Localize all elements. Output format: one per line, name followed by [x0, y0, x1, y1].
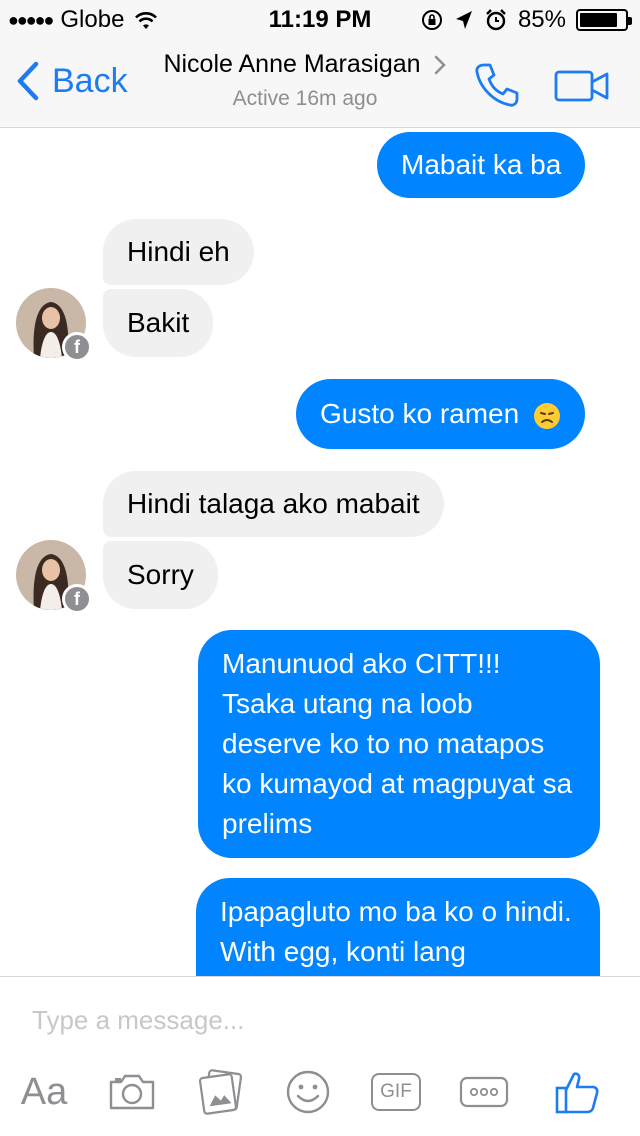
location-arrow-icon [455, 11, 472, 29]
contact-status: Active 16m ago [232, 87, 378, 110]
message-text: Bakit [127, 307, 190, 338]
message-bubble-outgoing[interactable]: Mabait ka ba [377, 132, 586, 198]
rotation-lock-icon [421, 10, 442, 30]
battery-percent: 85% [517, 6, 566, 33]
alarm-icon [486, 9, 506, 31]
message-bubble-incoming[interactable]: Bakit [103, 289, 214, 357]
emoji-button[interactable] [284, 1067, 332, 1117]
message-bubble-outgoing[interactable]: Manunuod ako CITT!!! Tsaka utang na loob… [198, 630, 600, 858]
camera-button[interactable] [106, 1067, 158, 1117]
gif-icon: GIF [371, 1073, 421, 1111]
message-bubble-incoming[interactable]: Sorry [103, 541, 218, 609]
composer-toolbar: Aa GIF [0, 1067, 640, 1127]
message-composer: Aa GIF [0, 976, 640, 1136]
contact-name-row: Nicole Anne Marasigan [163, 50, 446, 79]
gif-label: GIF [380, 1081, 412, 1102]
battery-icon [576, 9, 632, 31]
chevron-left-icon [17, 61, 39, 101]
smiley-icon [286, 1070, 330, 1114]
contact-avatar[interactable]: f [16, 288, 92, 362]
text-format-button[interactable]: Aa [18, 1067, 70, 1117]
photo-gallery-button[interactable] [196, 1067, 246, 1117]
photo-gallery-icon [198, 1069, 243, 1115]
status-right: 85% [420, 6, 632, 34]
video-camera-icon[interactable] [554, 68, 610, 104]
contact-info[interactable]: Nicole Anne Marasigan Active 16m ago [150, 50, 460, 111]
battery-level [580, 13, 618, 27]
message-bubble-incoming[interactable]: Hindi talaga ako mabait [103, 471, 444, 537]
facebook-icon: f [62, 332, 92, 362]
phone-icon[interactable] [472, 60, 522, 110]
message-text: Manunuod ako CITT!!! Tsaka utang na loob… [222, 648, 573, 839]
message-bubble-outgoing[interactable]: Ipapagluto mo ba ko o hindi. With egg, k… [196, 878, 600, 976]
message-text: Ipapagluto mo ba ko o hindi. With egg, k… [220, 896, 572, 967]
message-text: Sorry [127, 559, 194, 590]
message-text: Gusto ko ramen [320, 398, 520, 429]
facebook-icon: f [62, 584, 92, 614]
chevron-right-icon [434, 55, 446, 74]
message-text: Hindi talaga ako mabait [127, 488, 420, 519]
message-text: Mabait ka ba [401, 149, 562, 180]
status-bar: ●●●●● Globe 11:19 PM 85% [0, 0, 640, 40]
message-list[interactable]: Mabait ka ba Hindi eh Bakit f Gusto ko r… [0, 129, 640, 976]
thumbs-up-icon [555, 1072, 599, 1114]
text-format-icon: Aa [20, 1070, 68, 1113]
gif-button[interactable]: GIF [370, 1067, 422, 1117]
disappointed-face-icon [533, 402, 560, 429]
more-button[interactable] [458, 1067, 510, 1117]
message-bubble-outgoing[interactable]: Gusto ko ramen [296, 379, 585, 449]
back-button[interactable]: Back [14, 60, 128, 102]
camera-icon [109, 1074, 155, 1110]
message-text: Hindi eh [127, 236, 230, 267]
back-label: Back [52, 61, 128, 100]
message-input[interactable] [32, 1005, 592, 1036]
like-button[interactable] [552, 1067, 602, 1117]
message-bubble-incoming[interactable]: Hindi eh [103, 219, 254, 285]
conversation-header: Back Nicole Anne Marasigan Active 16m ag… [0, 40, 640, 128]
contact-avatar[interactable]: f [16, 540, 92, 614]
more-icon [459, 1076, 509, 1108]
contact-name: Nicole Anne Marasigan [163, 50, 421, 78]
